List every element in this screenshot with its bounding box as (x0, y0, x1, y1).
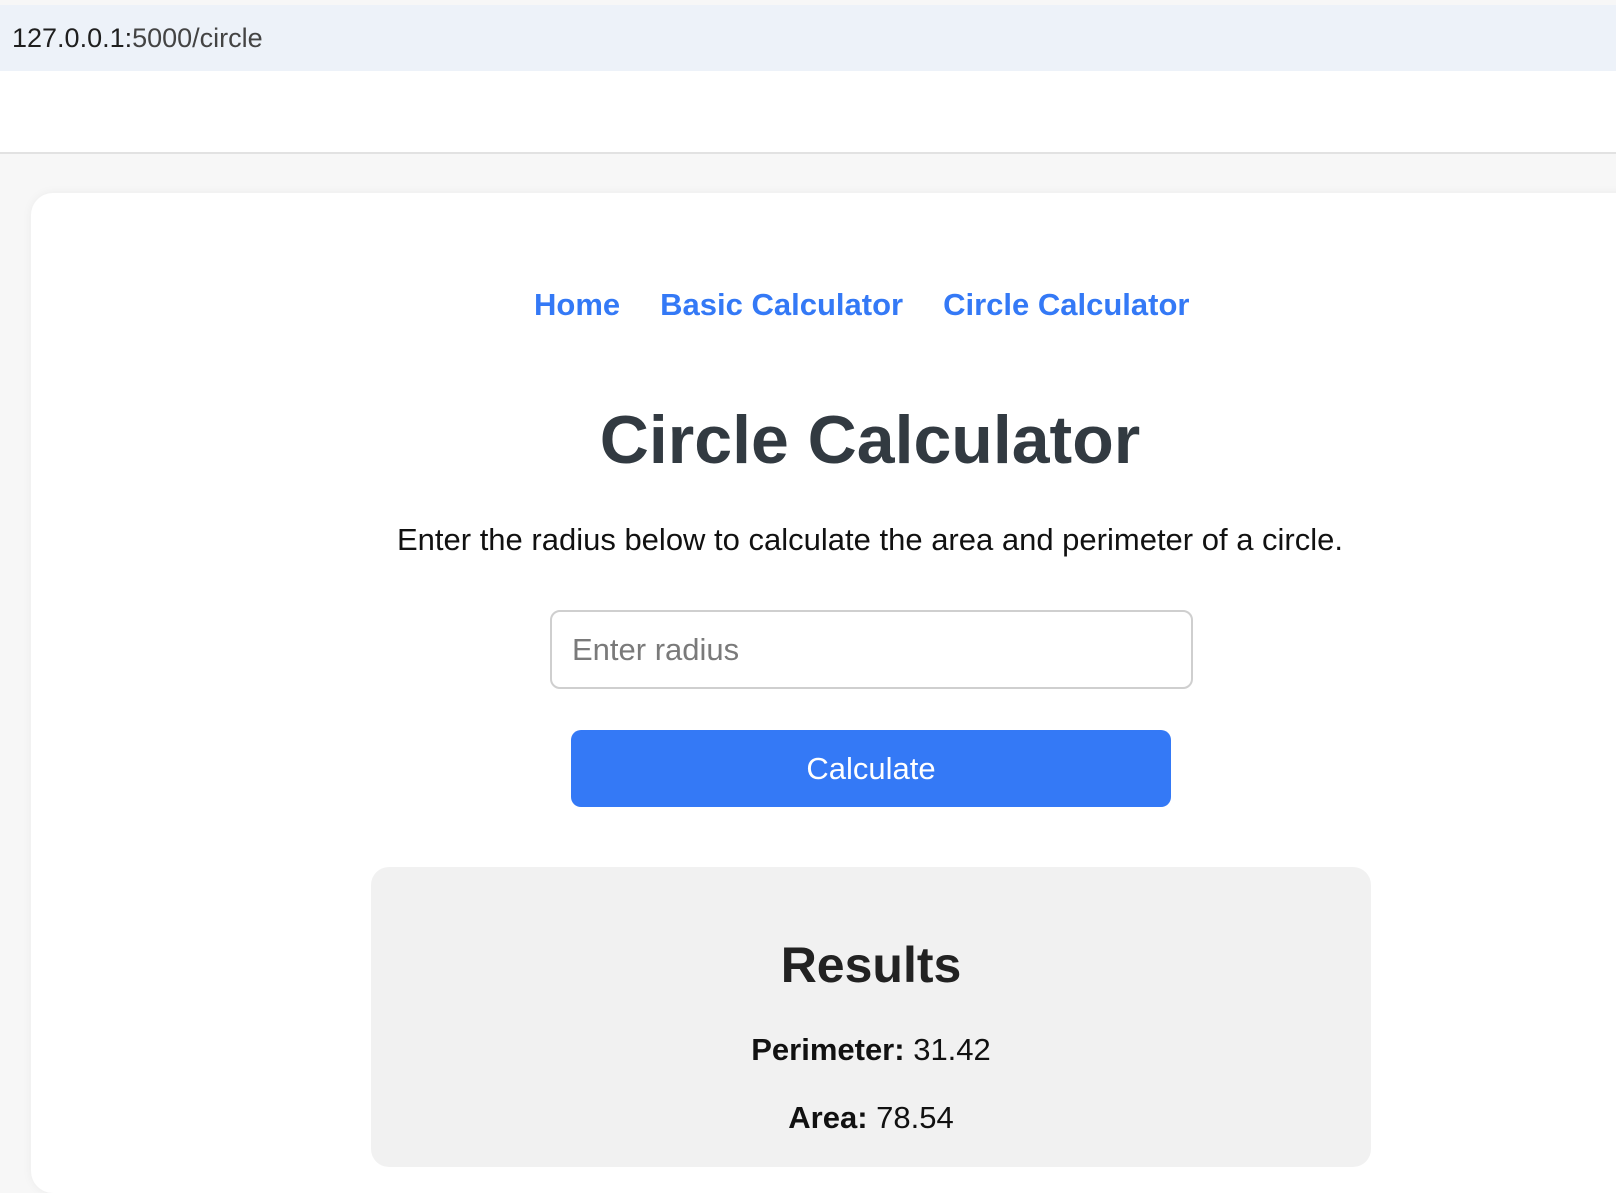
calculate-button[interactable]: Calculate (571, 730, 1171, 807)
top-nav: Home Basic Calculator Circle Calculator (534, 285, 1189, 325)
nav-link-basic-calculator[interactable]: Basic Calculator (660, 285, 903, 325)
url-host: 127.0.0.1: (12, 22, 133, 53)
area-label: Area: (788, 1100, 868, 1135)
radius-input[interactable] (550, 610, 1193, 689)
perimeter-label: Perimeter: (751, 1032, 905, 1067)
perimeter-value: 31.42 (913, 1032, 991, 1067)
address-bar[interactable]: 127.0.0.1: 5000/circle (0, 5, 1616, 71)
area-value: 78.54 (876, 1100, 954, 1135)
intro-text: Enter the radius below to calculate the … (396, 522, 1343, 557)
results-title: Results (780, 937, 962, 993)
perimeter-result: Perimeter: 31.42 (371, 1030, 1371, 1070)
page-title: Circle Calculator (599, 402, 1141, 478)
area-result: Area: 78.54 (371, 1098, 1371, 1138)
nav-link-circle-calculator[interactable]: Circle Calculator (943, 285, 1189, 325)
browser-toolbar-area (0, 71, 1616, 154)
url-path: 5000/circle (132, 22, 263, 53)
nav-link-home[interactable]: Home (534, 285, 620, 325)
